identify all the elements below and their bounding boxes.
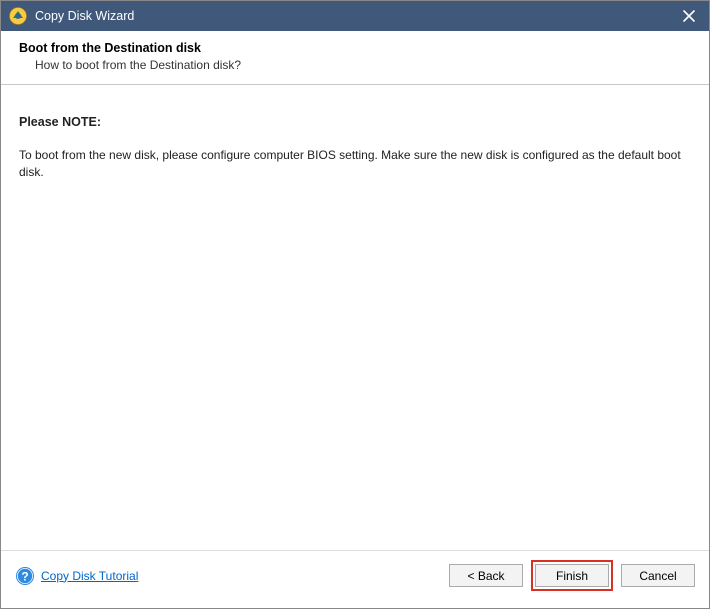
finish-button[interactable]: Finish <box>535 564 609 587</box>
close-icon <box>683 10 695 22</box>
note-body: To boot from the new disk, please config… <box>19 147 691 182</box>
content-area: Please NOTE: To boot from the new disk, … <box>1 85 709 550</box>
app-icon <box>9 7 27 25</box>
help-icon: ? <box>15 566 35 586</box>
titlebar: Copy Disk Wizard <box>1 1 709 31</box>
window-title: Copy Disk Wizard <box>35 9 675 23</box>
back-button[interactable]: < Back <box>449 564 523 587</box>
note-heading: Please NOTE: <box>19 115 691 129</box>
cancel-button[interactable]: Cancel <box>621 564 695 587</box>
page-heading: Boot from the Destination disk <box>19 41 691 55</box>
page-header: Boot from the Destination disk How to bo… <box>1 31 709 85</box>
finish-highlight: Finish <box>531 560 613 591</box>
page-subheading: How to boot from the Destination disk? <box>19 58 691 72</box>
close-button[interactable] <box>675 4 703 28</box>
svg-text:?: ? <box>21 569 28 583</box>
tutorial-link[interactable]: Copy Disk Tutorial <box>41 569 138 583</box>
footer: ? Copy Disk Tutorial < Back Finish Cance… <box>1 550 709 600</box>
